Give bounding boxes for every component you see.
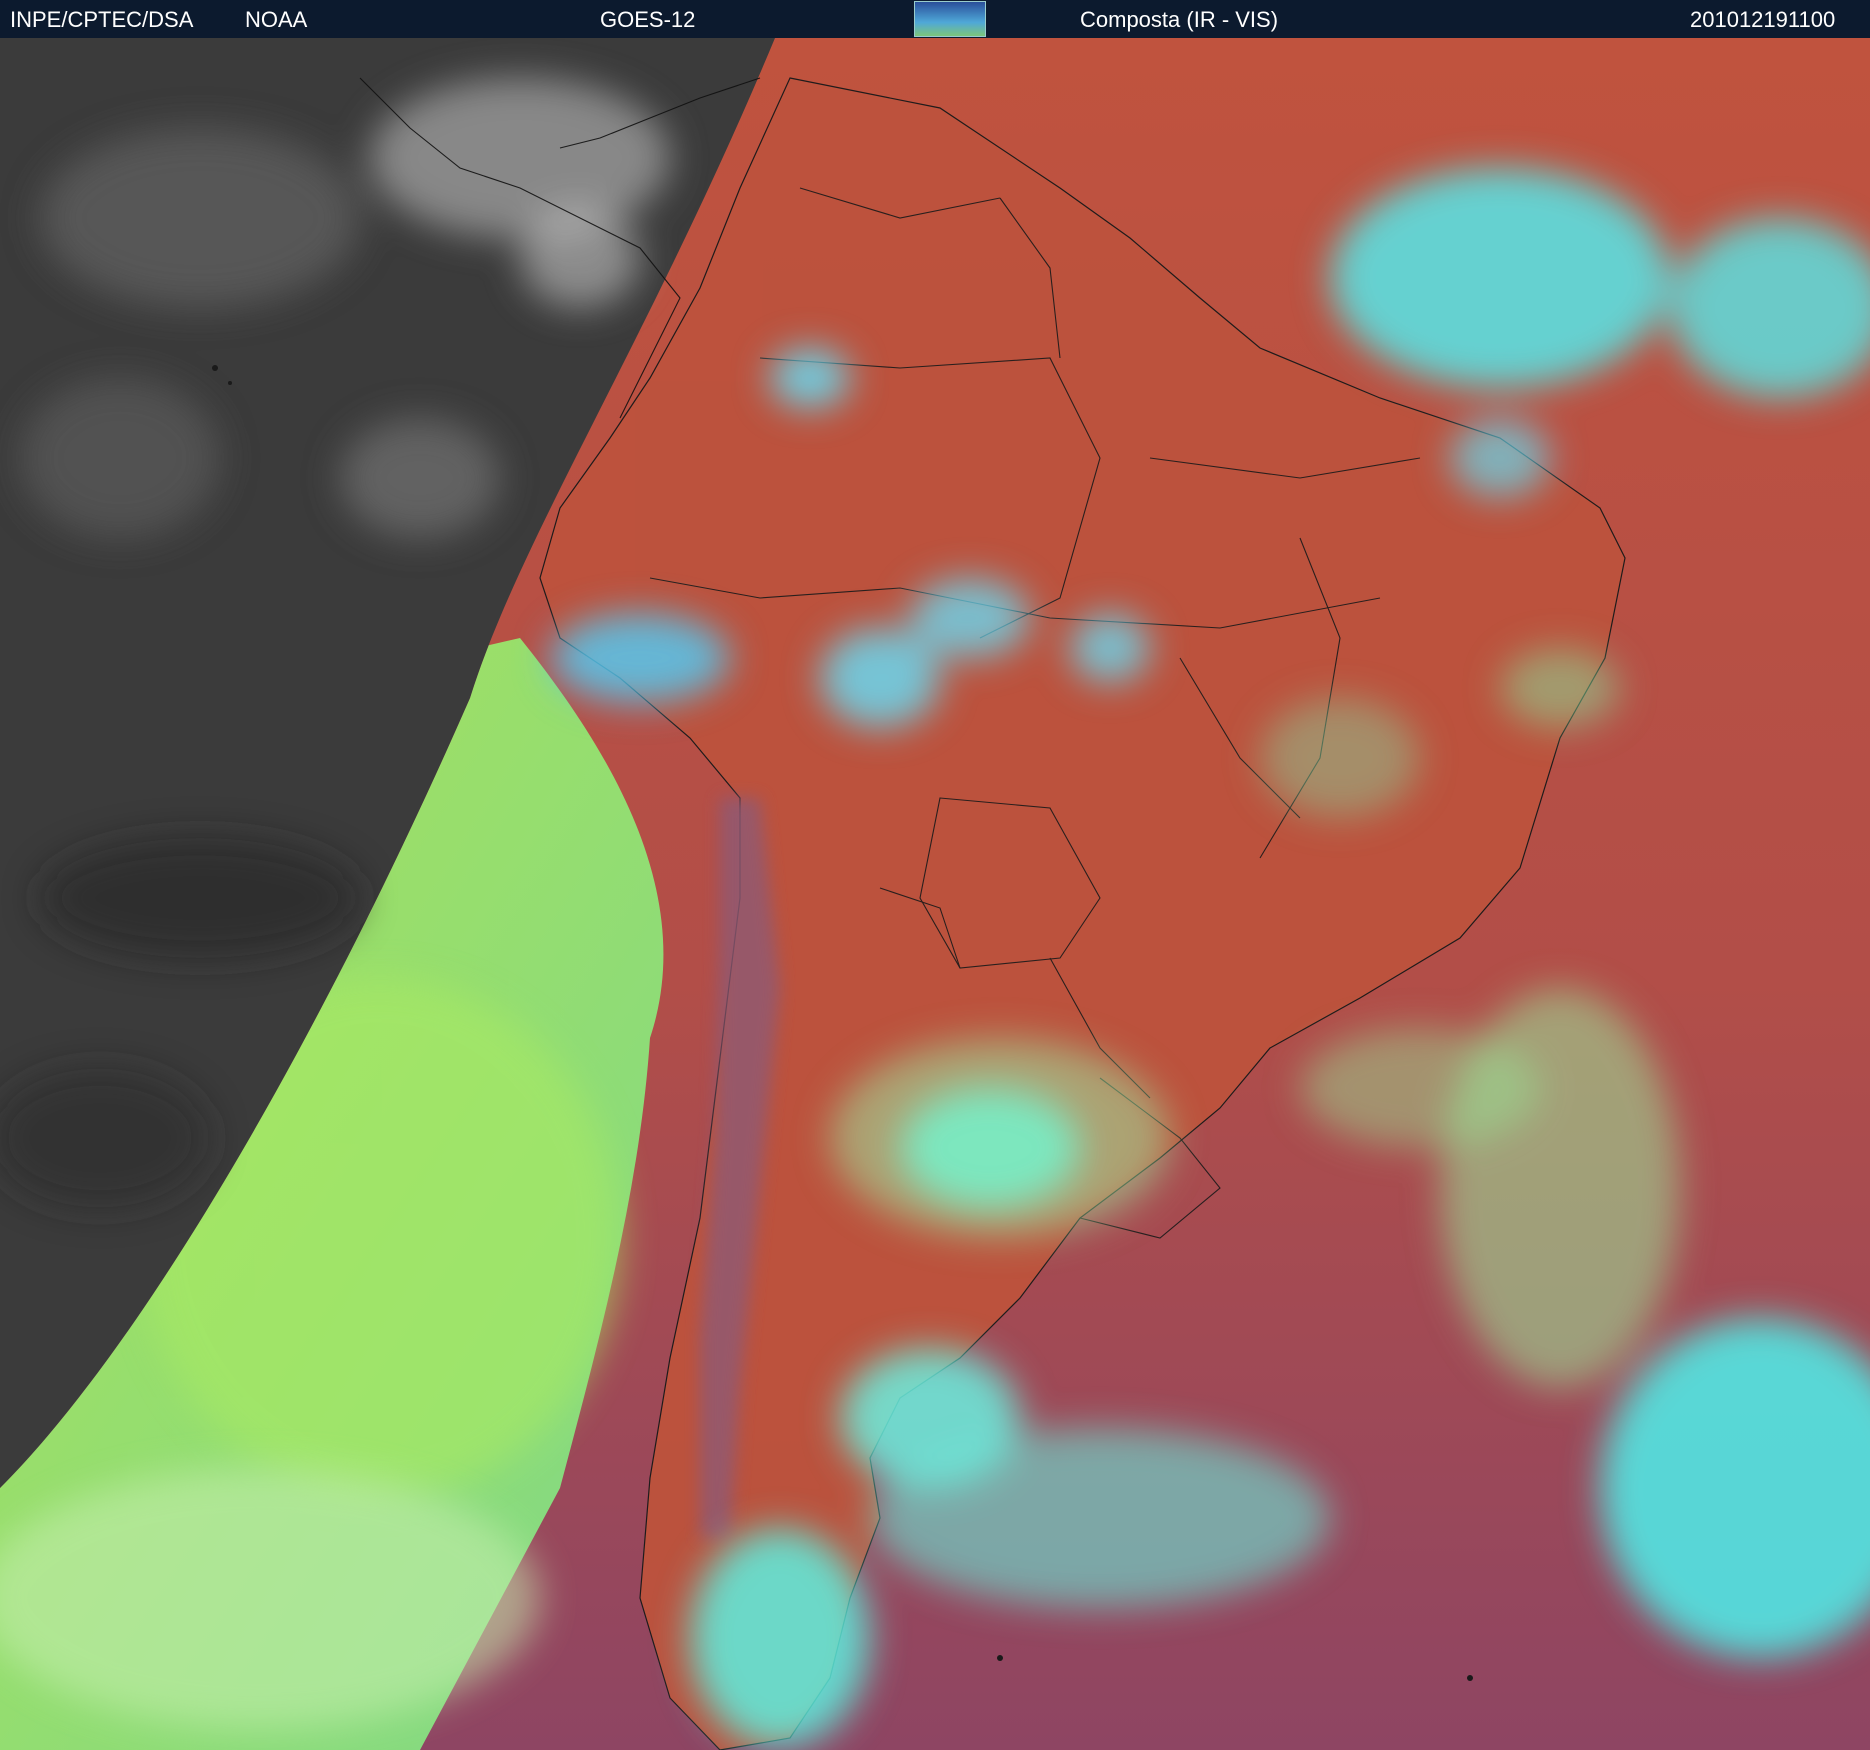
satellite-label: GOES-12 [600, 7, 696, 32]
image-header: INPE/CPTEC/DSA NOAA GOES-12 Composta (IR… [0, 0, 1870, 38]
cptec-logo [914, 1, 986, 37]
satellite-map [0, 38, 1870, 1750]
product-label: Composta (IR - VIS) [1080, 7, 1279, 32]
agency-label: NOAA [245, 7, 308, 32]
organization-label: INPE/CPTEC/DSA [10, 7, 194, 32]
timestamp-label: 201012191100 [1690, 7, 1836, 32]
